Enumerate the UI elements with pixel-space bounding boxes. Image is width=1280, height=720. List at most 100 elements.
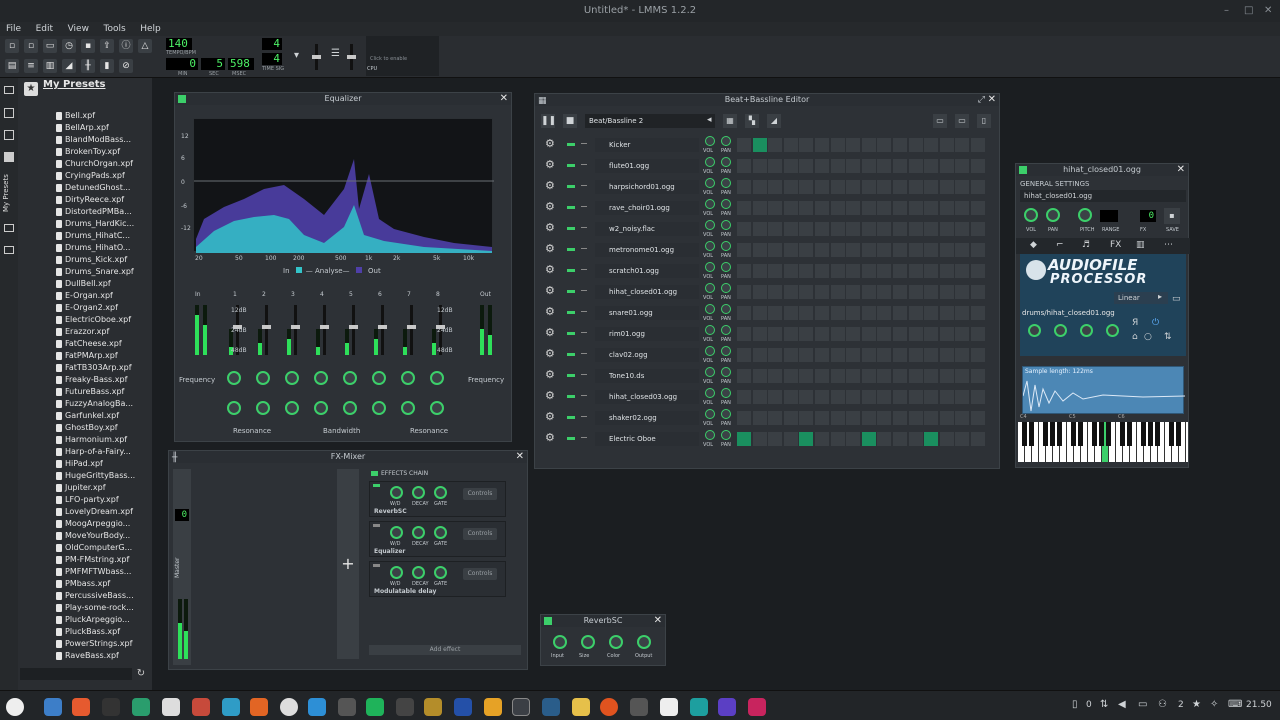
track-volume-knob[interactable]	[705, 367, 715, 377]
step-button[interactable]	[908, 348, 923, 362]
preset-file-item[interactable]: E-Organ2.xpf	[54, 302, 154, 314]
step-button[interactable]	[768, 138, 783, 152]
preset-file-item[interactable]: PMFMFTWbass...	[54, 566, 154, 578]
step-button[interactable]	[893, 243, 907, 257]
track-mute-led[interactable]	[567, 353, 575, 356]
keyboard-icon[interactable]: ⌨	[1228, 699, 1242, 710]
step-button[interactable]	[861, 138, 876, 152]
step-button[interactable]	[815, 390, 829, 404]
preset-file-item[interactable]: Play-some-rock...	[54, 602, 154, 614]
my-presets-tab[interactable]: My Presets	[2, 172, 16, 212]
track-pan-knob[interactable]	[721, 178, 731, 188]
step-button[interactable]	[924, 285, 939, 299]
info-icon[interactable]: ⓘ	[119, 39, 133, 53]
track-settings-icon[interactable]: ⚙	[545, 158, 555, 171]
preset-file-item[interactable]: DetunedGhost...	[54, 182, 154, 194]
eq-band-frequency-knob[interactable]	[343, 371, 357, 385]
step-button[interactable]	[799, 180, 814, 194]
step-button[interactable]	[737, 306, 751, 320]
spectrum-display[interactable]	[193, 118, 494, 253]
step-button[interactable]	[799, 138, 814, 152]
menu-help[interactable]: Help	[134, 22, 167, 36]
step-button[interactable]	[737, 159, 751, 173]
eq-band-gain-fader[interactable]	[320, 305, 329, 355]
black-key[interactable]	[1043, 422, 1048, 446]
track-mute-led[interactable]	[567, 185, 575, 188]
eq-band-q-knob[interactable]	[430, 401, 444, 415]
black-key[interactable]	[1099, 422, 1104, 446]
step-button[interactable]	[830, 264, 845, 278]
preset-file-item[interactable]: HiPad.xpf	[54, 458, 154, 470]
track-pan-knob[interactable]	[721, 157, 731, 167]
step-button[interactable]	[971, 201, 985, 215]
step-button[interactable]	[799, 369, 814, 383]
step-button[interactable]	[908, 222, 923, 236]
step-button[interactable]	[955, 348, 970, 362]
track-name-button[interactable]: scratch01.ogg	[595, 264, 699, 278]
step-button[interactable]	[924, 243, 939, 257]
step-button[interactable]	[752, 180, 767, 194]
app-icon-16[interactable]	[484, 698, 502, 716]
reverb-knob[interactable]	[637, 635, 651, 649]
step-button[interactable]	[799, 306, 814, 320]
app-icon-10[interactable]	[308, 698, 326, 716]
menu-tools[interactable]: Tools	[98, 22, 132, 36]
step-button[interactable]	[893, 222, 907, 236]
track-volume-knob[interactable]	[705, 346, 715, 356]
project-notes-icon[interactable]: ▮	[100, 59, 114, 73]
refresh-icon[interactable]: ↻	[134, 668, 148, 682]
black-key[interactable]	[1155, 422, 1160, 446]
step-button[interactable]	[924, 306, 939, 320]
black-key[interactable]	[1148, 422, 1153, 446]
step-button[interactable]	[752, 138, 767, 152]
network-icon[interactable]: ⇅	[1100, 699, 1108, 710]
step-button[interactable]	[783, 285, 798, 299]
black-key[interactable]	[1176, 422, 1181, 446]
step-button[interactable]	[830, 138, 845, 152]
firefox-icon[interactable]	[72, 698, 90, 716]
step-button[interactable]	[768, 411, 783, 425]
step-button[interactable]	[939, 222, 954, 236]
amp-knob[interactable]	[1028, 324, 1041, 337]
step-button[interactable]	[815, 285, 829, 299]
equalizer-close-icon[interactable]: ✕	[500, 93, 508, 105]
beat-maximize-icon[interactable]: ⤢	[978, 94, 985, 106]
chain-enable-led[interactable]	[371, 471, 378, 476]
step-button[interactable]	[799, 264, 814, 278]
step-button[interactable]	[737, 180, 751, 194]
remove-steps-icon[interactable]: ▭	[933, 114, 947, 128]
step-button[interactable]	[861, 411, 876, 425]
effect-knob[interactable]	[434, 526, 447, 539]
step-button[interactable]	[737, 264, 751, 278]
preset-file-item[interactable]: RaveBass.xpf	[54, 650, 154, 662]
step-button[interactable]	[830, 180, 845, 194]
step-button[interactable]	[971, 264, 985, 278]
track-volume-knob[interactable]	[705, 388, 715, 398]
step-button[interactable]	[783, 264, 798, 278]
projects-icon[interactable]	[4, 108, 14, 118]
effect-knob[interactable]	[412, 486, 425, 499]
step-button[interactable]	[939, 180, 954, 194]
step-button[interactable]	[893, 264, 907, 278]
step-button[interactable]	[783, 432, 798, 446]
preset-file-item[interactable]: BellArp.xpf	[54, 122, 154, 134]
step-button[interactable]	[971, 411, 985, 425]
track-mute-led[interactable]	[567, 143, 575, 146]
step-button[interactable]	[846, 264, 861, 278]
track-solo-toggle[interactable]	[581, 395, 587, 396]
step-button[interactable]	[939, 411, 954, 425]
step-button[interactable]	[971, 180, 985, 194]
tempo-display[interactable]: 140	[166, 38, 192, 50]
step-button[interactable]	[955, 306, 970, 320]
track-settings-icon[interactable]: ⚙	[545, 137, 555, 150]
app-icon-6[interactable]	[192, 698, 210, 716]
step-button[interactable]	[768, 264, 783, 278]
track-settings-icon[interactable]: ⚙	[545, 284, 555, 297]
tab-midi-icon[interactable]: ▥	[1136, 240, 1145, 250]
effect-knob[interactable]	[390, 566, 403, 579]
step-button[interactable]	[737, 327, 751, 341]
black-key[interactable]	[1120, 422, 1125, 446]
vol-knob[interactable]	[1024, 208, 1038, 222]
step-button[interactable]	[861, 222, 876, 236]
preset-file-item[interactable]: FatCheese.xpf	[54, 338, 154, 350]
